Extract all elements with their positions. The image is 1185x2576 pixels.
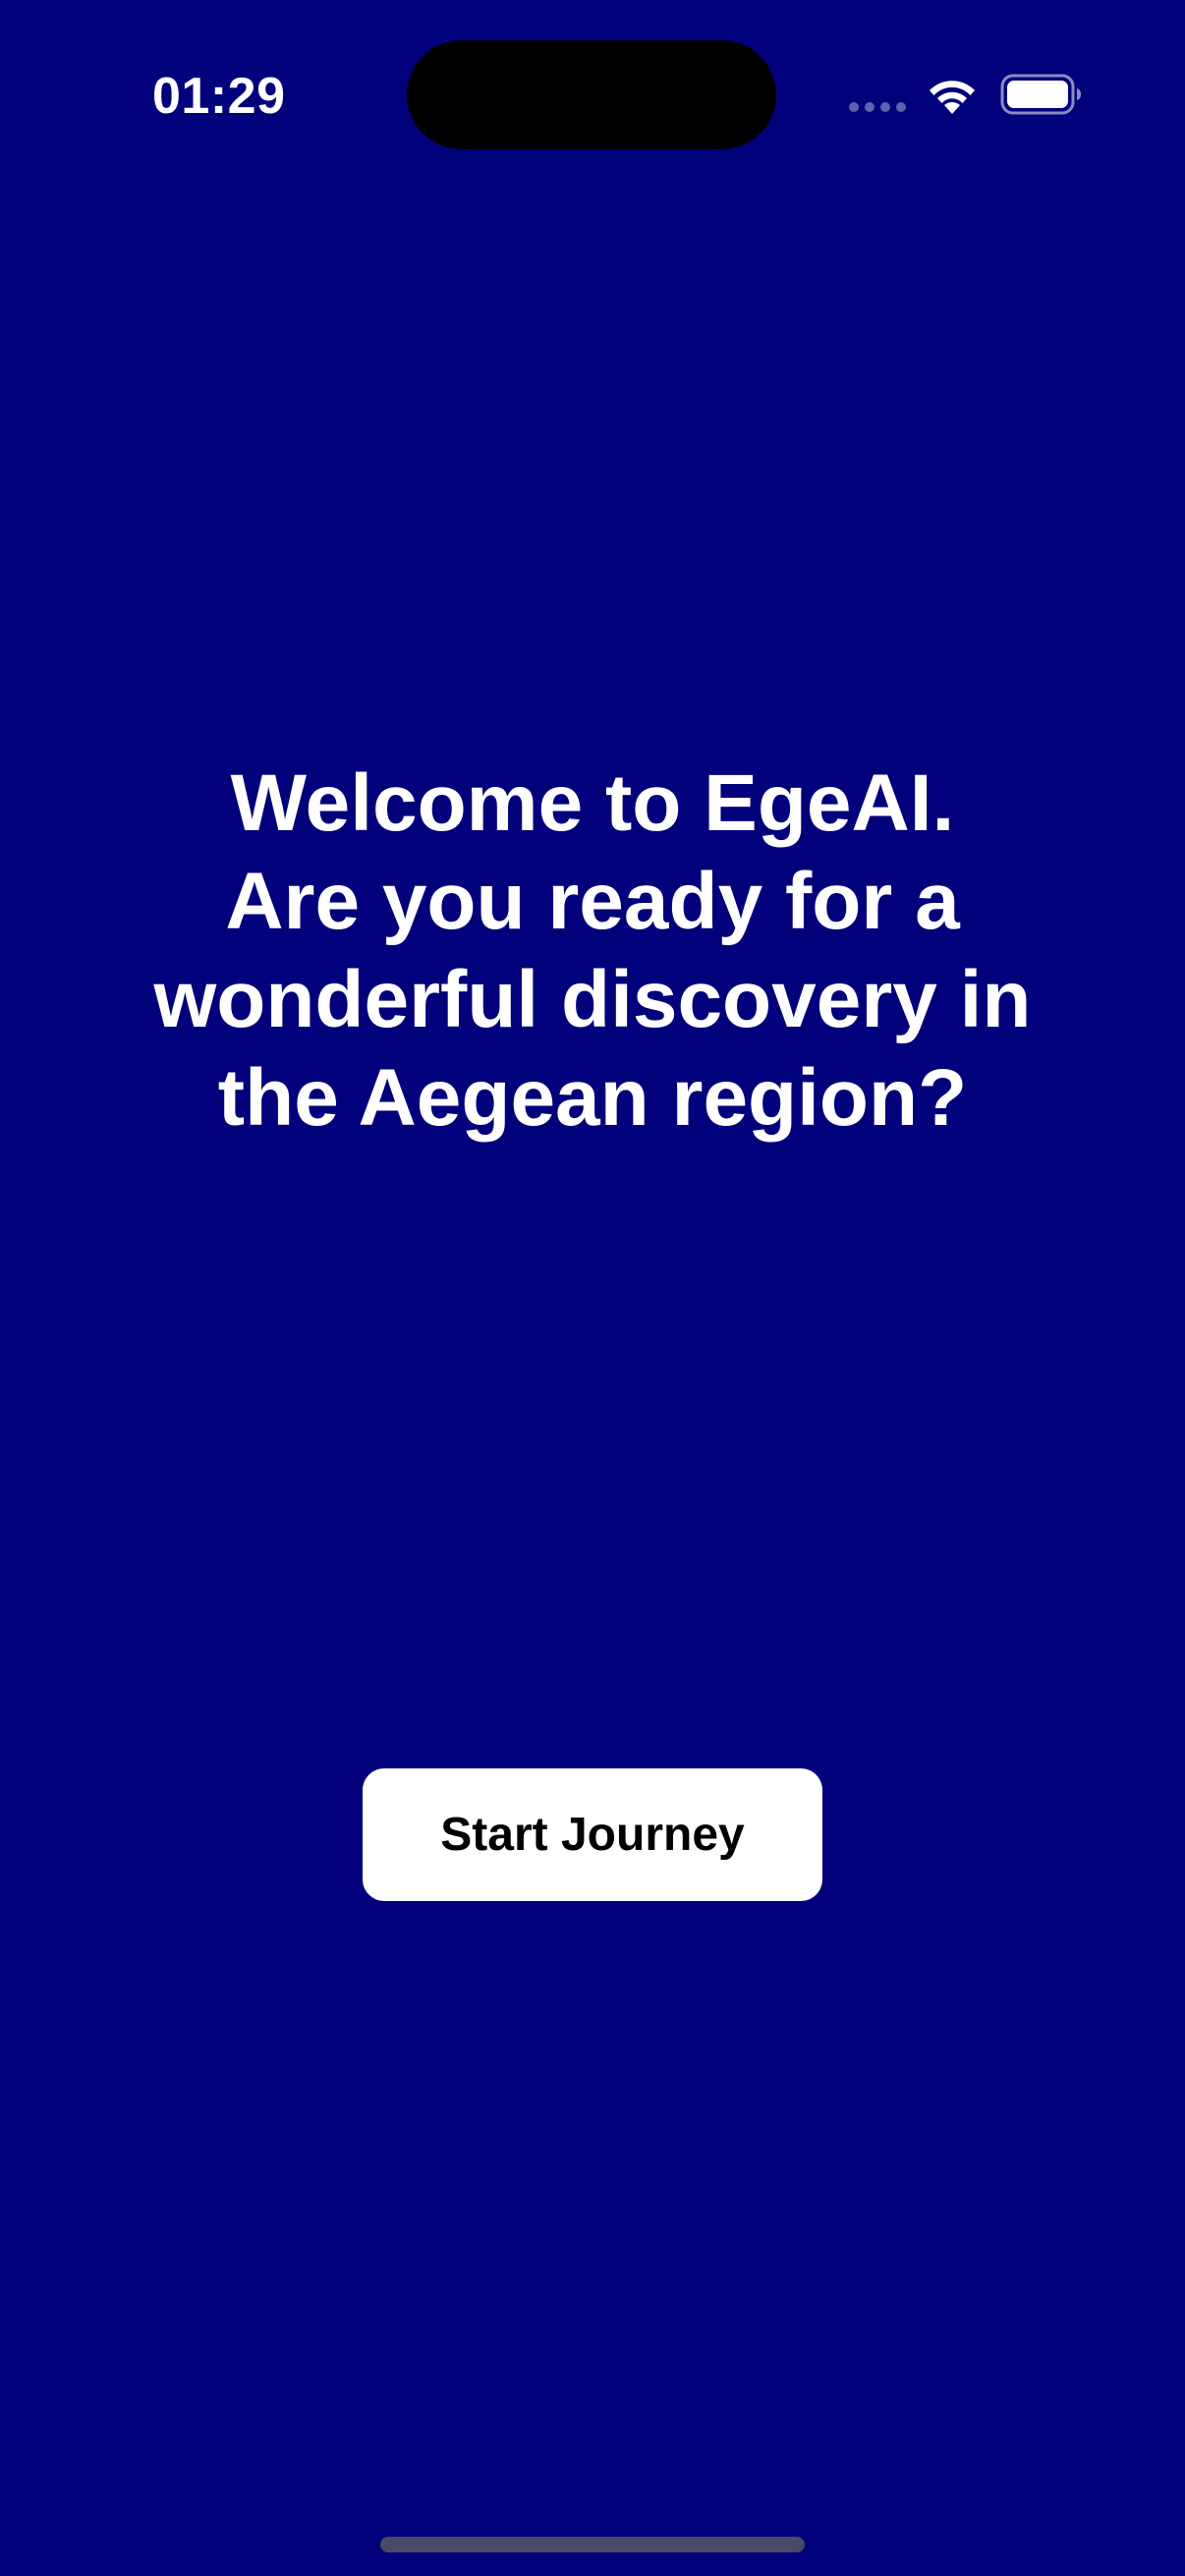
- welcome-message: Welcome to EgeAI. Are you ready for a wo…: [153, 758, 1032, 1143]
- start-journey-button[interactable]: Start Journey: [363, 1768, 822, 1901]
- welcome-screen: Welcome to EgeAI. Are you ready for a wo…: [0, 0, 1185, 2576]
- home-indicator[interactable]: [380, 2537, 805, 2552]
